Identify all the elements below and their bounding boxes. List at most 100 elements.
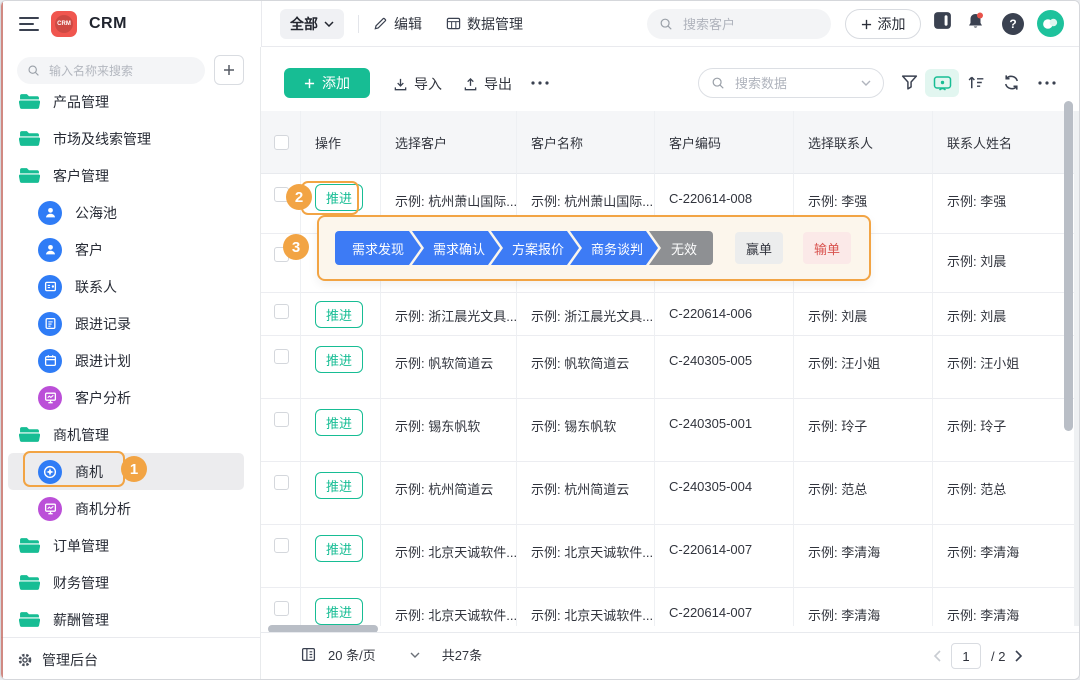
import-button[interactable]: 导入 (393, 74, 442, 94)
customer-search-input[interactable] (681, 16, 801, 33)
next-page-icon[interactable] (1015, 650, 1023, 662)
push-stage-button[interactable]: 推进 (315, 535, 363, 562)
brand-area: crm CRM (1, 1, 261, 47)
select-all-checkbox[interactable] (274, 135, 289, 150)
cell-select-customer: 示例: 北京天诚软件... (381, 588, 517, 626)
edit-label: 编辑 (394, 14, 422, 34)
cell-customer-name: 示例: 帆软简道云 (517, 336, 655, 399)
sidebar-item-contacts[interactable]: 联系人 (1, 268, 260, 305)
row-checkbox[interactable] (274, 304, 289, 319)
sidebar-item-label: 商机管理 (53, 425, 109, 445)
page-number-input[interactable] (951, 643, 981, 669)
sidebar-item-customers[interactable]: 客户 (1, 231, 260, 268)
analysis-monitor-icon (38, 386, 62, 410)
customer-search-box[interactable] (647, 9, 831, 39)
push-stage-button[interactable]: 推进 (315, 409, 363, 436)
hamburger-menu-icon[interactable] (19, 16, 39, 32)
plus-icon (223, 64, 235, 76)
stage-option[interactable]: 需求发现 (335, 231, 421, 265)
user-avatar[interactable] (1037, 10, 1064, 37)
sidebar-item-label: 产品管理 (53, 92, 109, 112)
help-icon[interactable]: ? (1002, 13, 1024, 35)
sidebar-item-label: 客户 (75, 240, 103, 260)
sidebar-item-opportunity-manage[interactable]: 商机管理 (1, 416, 260, 453)
sort-level-icon[interactable] (967, 74, 986, 91)
sidebar-item-followup-plans[interactable]: 跟进计划 (1, 342, 260, 379)
data-manage-button[interactable]: 数据管理 (446, 14, 523, 34)
data-search-input[interactable] (733, 75, 853, 92)
panel-toggle-icon[interactable] (932, 11, 953, 30)
vertical-scrollbar[interactable] (1064, 101, 1073, 431)
page-size-control[interactable]: 20 条/页 共27条 (301, 645, 482, 664)
win-deal-button[interactable]: 赢单 (735, 232, 783, 264)
notification-bell-icon[interactable] (965, 11, 986, 31)
cell-customer-code: C-220614-007 (655, 525, 794, 588)
scope-dropdown-label: 全部 (290, 14, 318, 34)
sidebar-item-customer-analysis[interactable]: 客户分析 (1, 379, 260, 416)
toolbar-more2-icon[interactable] (1038, 81, 1056, 85)
sidebar-item-product-manage[interactable]: 产品管理 (1, 83, 260, 120)
row-checkbox[interactable] (274, 349, 289, 364)
row-checkbox[interactable] (274, 538, 289, 553)
data-manage-label: 数据管理 (467, 14, 523, 34)
sidebar-search-input[interactable] (47, 63, 177, 79)
row-checkbox[interactable] (274, 601, 289, 616)
stage-option-invalid[interactable]: 无效 (649, 231, 713, 265)
push-stage-button[interactable]: 推进 (315, 346, 363, 373)
sidebar-item-label: 跟进计划 (75, 351, 131, 371)
cell-customer-name: 示例: 北京天诚软件... (517, 588, 655, 626)
cell-select-contact: 示例: 范总 (794, 462, 933, 525)
sidebar-item-public-pool[interactable]: 公海池 (1, 194, 260, 231)
sidebar-item-finance-manage[interactable]: 财务管理 (1, 564, 260, 601)
filter-icon[interactable] (900, 73, 919, 92)
annotation-badge-3: 3 (283, 234, 309, 260)
push-stage-button[interactable]: 推进 (315, 301, 363, 328)
field-display-button[interactable] (925, 69, 959, 97)
sidebar-item-market-leads[interactable]: 市场及线索管理 (1, 120, 260, 157)
push-stage-button[interactable]: 推进 (315, 472, 363, 499)
add-record-button[interactable]: 添加 (284, 68, 370, 98)
refresh-icon[interactable] (1002, 73, 1021, 92)
admin-console-button[interactable]: 管理后台 (1, 637, 260, 680)
topbar-add-button[interactable]: 添加 (845, 9, 921, 39)
divider (358, 15, 359, 33)
prev-page-icon[interactable] (933, 650, 941, 662)
search-icon (711, 76, 725, 90)
sidebar-add-button[interactable] (214, 55, 244, 85)
sidebar-search-box[interactable] (17, 57, 205, 84)
sidebar: 产品管理 市场及线索管理 客户管理 公海池 客户 联系人 (1, 47, 261, 680)
data-search-box[interactable] (698, 68, 884, 98)
sidebar-item-customer-manage[interactable]: 客户管理 (1, 157, 260, 194)
row-checkbox[interactable] (274, 475, 289, 490)
push-stage-button[interactable]: 推进 (315, 598, 363, 625)
plus-icon (304, 78, 315, 89)
sidebar-item-followup-records[interactable]: 跟进记录 (1, 305, 260, 342)
sidebar-item-salary-manage[interactable]: 薪酬管理 (1, 601, 260, 638)
sidebar-item-label: 商机分析 (75, 499, 131, 519)
crm-logo-text: crm (55, 15, 73, 33)
person-icon (38, 201, 62, 225)
table-row: 推进 示例: 北京天诚软件... 示例: 北京天诚软件... C-220614-… (261, 525, 1080, 588)
sidebar-item-opportunity-analysis[interactable]: 商机分析 (1, 490, 260, 527)
chevron-down-icon (861, 80, 871, 86)
scope-dropdown[interactable]: 全部 (280, 9, 344, 39)
row-checkbox[interactable] (274, 412, 289, 427)
export-icon (463, 77, 478, 92)
edit-button[interactable]: 编辑 (373, 14, 422, 34)
stage-option[interactable]: 需求确认 (412, 231, 500, 265)
toolbar-more-icon[interactable] (531, 81, 549, 85)
table-header-row: 操作 选择客户 客户名称 客户编码 选择联系人 联系人姓名 (261, 111, 1080, 174)
stage-option[interactable]: 方案报价 (491, 231, 579, 265)
sidebar-item-order-manage[interactable]: 订单管理 (1, 527, 260, 564)
table-footer: 20 条/页 共27条 / 2 (261, 632, 1080, 680)
total-count-label: 共27条 (442, 645, 482, 664)
top-bar: crm CRM 全部 编辑 数据管理 添加 (1, 1, 1080, 47)
stage-option[interactable]: 商务谈判 (570, 231, 658, 265)
export-button[interactable]: 导出 (463, 74, 512, 94)
table-row: 推进 示例: 浙江晨光文具... 示例: 浙江晨光文具... C-220614-… (261, 293, 1080, 336)
push-stage-button[interactable]: 推进 (315, 184, 363, 211)
sidebar-item-label: 财务管理 (53, 573, 109, 593)
top-bar-main: 全部 编辑 数据管理 添加 (261, 1, 1080, 47)
folder-icon (19, 537, 40, 554)
lose-deal-button[interactable]: 输单 (803, 232, 851, 264)
